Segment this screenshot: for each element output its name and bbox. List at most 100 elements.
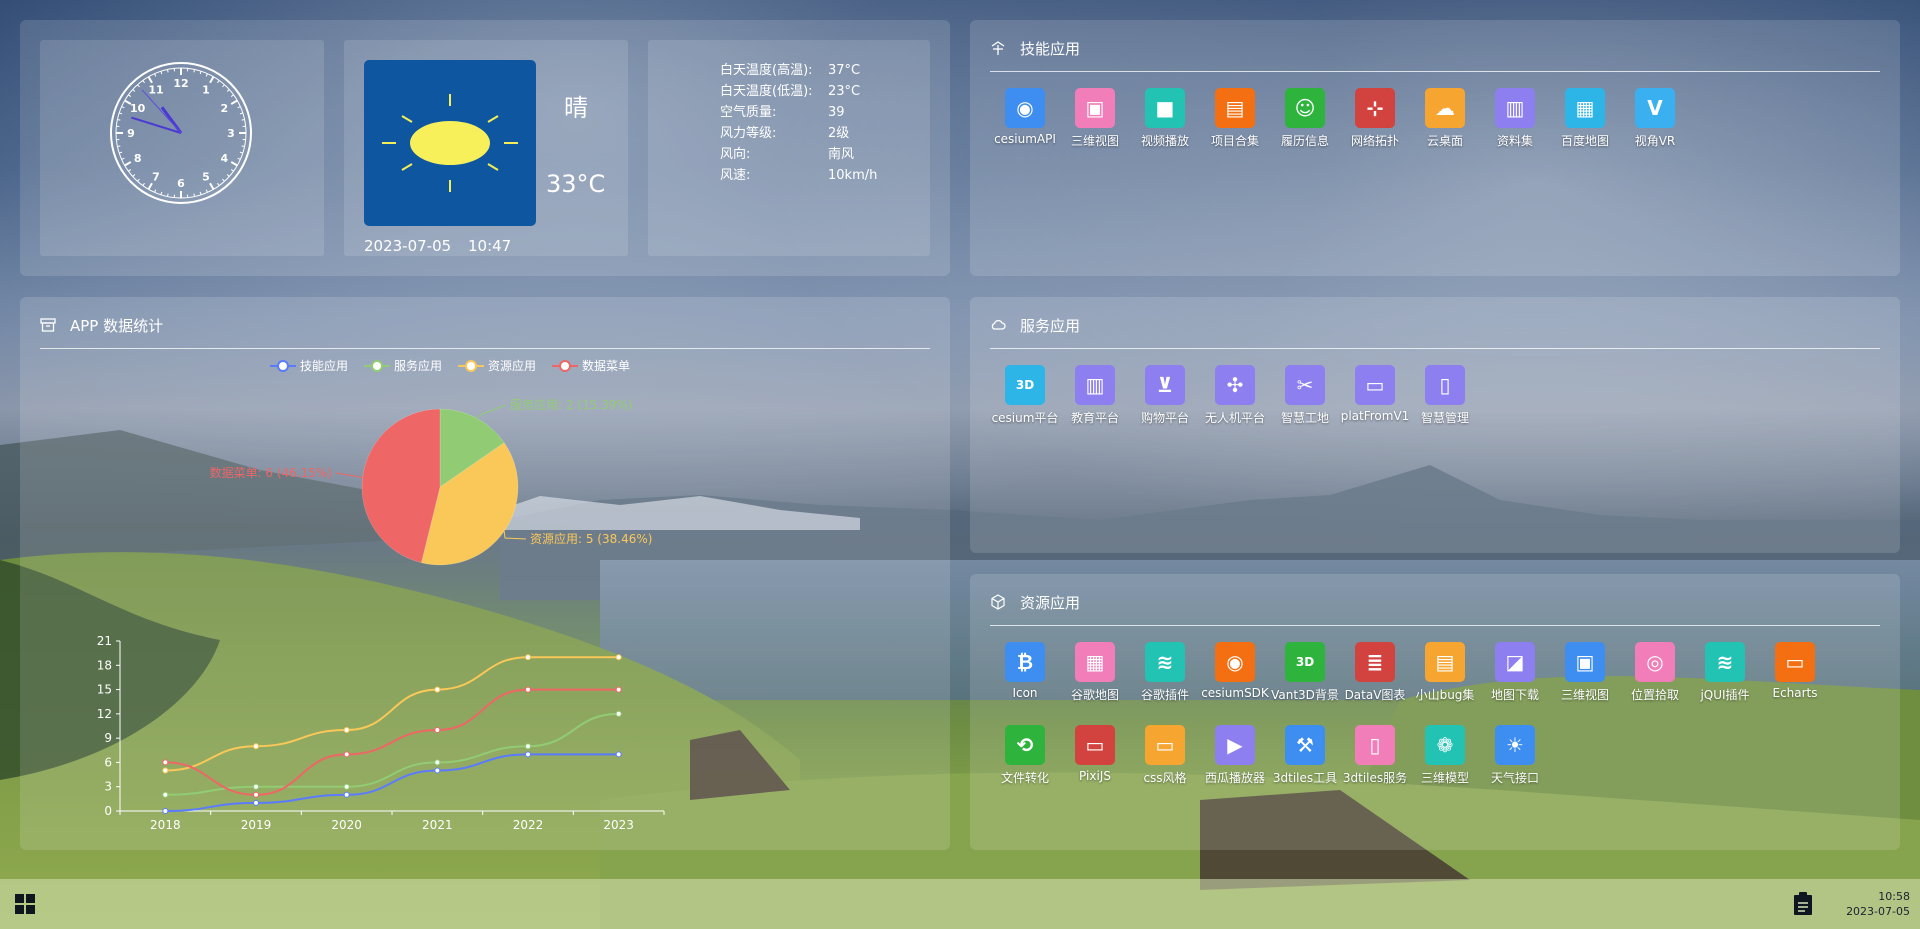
series-point[interactable] — [343, 783, 350, 790]
cesium-icon[interactable]: 3D — [1005, 365, 1045, 405]
series-point[interactable] — [434, 686, 441, 693]
app-resource-2[interactable]: ≋ 谷歌插件 — [1130, 642, 1200, 703]
app-icon[interactable]: ▣ — [1075, 88, 1115, 128]
app-resource-0[interactable]: ₿ Icon — [990, 642, 1060, 703]
app-icon[interactable]: ☀ — [1495, 725, 1535, 765]
app-skill-9[interactable]: V 视角VR — [1620, 88, 1690, 149]
series-point[interactable] — [525, 654, 531, 661]
app-icon[interactable]: ▦ — [1075, 642, 1115, 682]
series-point[interactable] — [253, 783, 259, 790]
app-icon[interactable]: ⊹ — [1355, 88, 1395, 128]
app-icon[interactable]: ▣ — [1565, 642, 1605, 682]
icon-icon[interactable]: ₿ — [1005, 642, 1045, 682]
app-icon[interactable]: ✂ — [1285, 365, 1325, 405]
app-resource-8[interactable]: ▣ 三维视图 — [1550, 642, 1620, 703]
app-skill-2[interactable]: ■ 视频播放 — [1130, 88, 1200, 149]
jqui-icon[interactable]: ≋ — [1705, 642, 1745, 682]
app-resource-19[interactable]: ☀ 天气接口 — [1480, 725, 1550, 786]
app-resource-1[interactable]: ▦ 谷歌地图 — [1060, 642, 1130, 703]
series-point[interactable] — [343, 727, 350, 734]
series-point[interactable] — [253, 791, 259, 798]
app-service-0[interactable]: 3D cesium平台 — [990, 365, 1060, 426]
app-icon[interactable]: ■ — [1145, 88, 1185, 128]
3dtiles-icon[interactable]: ⚒ — [1285, 725, 1325, 765]
app-skill-5[interactable]: ⊹ 网络拓扑 — [1340, 88, 1410, 149]
series-point[interactable] — [525, 751, 531, 758]
app-icon[interactable]: ✣ — [1215, 365, 1255, 405]
app-icon[interactable]: ⟲ — [1005, 725, 1045, 765]
app-resource-12[interactable]: ⟲ 文件转化 — [990, 725, 1060, 786]
series-point[interactable] — [615, 654, 622, 661]
app-skill-1[interactable]: ▣ 三维视图 — [1060, 88, 1130, 149]
datav-icon[interactable]: ≣ — [1355, 642, 1395, 682]
series-point[interactable] — [525, 686, 531, 693]
series-point[interactable] — [253, 743, 259, 750]
app-service-3[interactable]: ✣ 无人机平台 — [1200, 365, 1270, 426]
cesiumsdk-icon[interactable]: ◉ — [1215, 642, 1255, 682]
app-service-2[interactable]: ⊻ 购物平台 — [1130, 365, 1200, 426]
css-icon[interactable]: ▭ — [1145, 725, 1185, 765]
series-point[interactable] — [434, 767, 441, 774]
app-icon[interactable]: ≋ — [1145, 642, 1185, 682]
series-point[interactable] — [162, 791, 169, 798]
app-icon[interactable]: ▤ — [1215, 88, 1255, 128]
app-skill-6[interactable]: ☁ 云桌面 — [1410, 88, 1480, 149]
app-resource-13[interactable]: ▭ PixiJS — [1060, 725, 1130, 786]
app-icon[interactable]: ▥ — [1495, 88, 1535, 128]
vr-icon[interactable]: V — [1635, 88, 1675, 128]
app-skill-7[interactable]: ▥ 资料集 — [1480, 88, 1550, 149]
app-skill-3[interactable]: ▤ 项目合集 — [1200, 88, 1270, 149]
series-point[interactable] — [615, 710, 622, 717]
windows-icon[interactable] — [15, 894, 35, 914]
app-resource-16[interactable]: ⚒ 3dtiles工具 — [1270, 725, 1340, 786]
app-resource-15[interactable]: ▶ 西瓜播放器 — [1200, 725, 1270, 786]
app-resource-4[interactable]: 3D Vant3D背景 — [1270, 642, 1340, 703]
app-resource-7[interactable]: ◪ 地图下载 — [1480, 642, 1550, 703]
app-service-5[interactable]: ▭ platFromV1 — [1340, 365, 1410, 426]
app-icon[interactable]: ◎ — [1635, 642, 1675, 682]
app-resource-10[interactable]: ≋ jQUI插件 — [1690, 642, 1760, 703]
app-service-1[interactable]: ▥ 教育平台 — [1060, 365, 1130, 426]
app-icon[interactable]: ▦ — [1565, 88, 1605, 128]
taskbar-clock[interactable]: 10:58 2023-07-05 — [1846, 889, 1910, 919]
clipboard-icon[interactable] — [1793, 892, 1813, 916]
app-resource-6[interactable]: ▤ 小山bug集 — [1410, 642, 1480, 703]
series-point[interactable] — [253, 799, 259, 806]
bug-icon[interactable]: ▤ — [1425, 642, 1465, 682]
app-resource-9[interactable]: ◎ 位置拾取 — [1620, 642, 1690, 703]
app-resource-11[interactable]: ▭ Echarts — [1760, 642, 1830, 703]
series-point[interactable] — [434, 759, 441, 766]
series-point[interactable] — [162, 759, 169, 766]
app-icon[interactable]: ◪ — [1495, 642, 1535, 682]
platfromv1-icon[interactable]: ▭ — [1355, 365, 1395, 405]
3dtiles-icon[interactable]: ▯ — [1355, 725, 1395, 765]
series-point[interactable] — [343, 751, 350, 758]
series-point[interactable] — [162, 808, 169, 814]
vant3d-icon[interactable]: 3D — [1285, 642, 1325, 682]
app-resource-14[interactable]: ▭ css风格 — [1130, 725, 1200, 786]
series-point[interactable] — [615, 751, 622, 758]
app-icon[interactable]: ❁ — [1425, 725, 1465, 765]
series-point[interactable] — [343, 791, 350, 798]
app-skill-8[interactable]: ▦ 百度地图 — [1550, 88, 1620, 149]
series-point[interactable] — [434, 727, 441, 734]
app-icon[interactable]: ▯ — [1425, 365, 1465, 405]
app-resource-3[interactable]: ◉ cesiumSDK — [1200, 642, 1270, 703]
app-icon[interactable]: ☺ — [1285, 88, 1325, 128]
app-skill-0[interactable]: ◉ cesiumAPI — [990, 88, 1060, 149]
pixijs-icon[interactable]: ▭ — [1075, 725, 1115, 765]
echarts-icon[interactable]: ▭ — [1775, 642, 1815, 682]
app-icon[interactable]: ⊻ — [1145, 365, 1185, 405]
app-icon[interactable]: ☁ — [1425, 88, 1465, 128]
series-point[interactable] — [162, 767, 169, 774]
app-service-4[interactable]: ✂ 智慧工地 — [1270, 365, 1340, 426]
series-point[interactable] — [525, 743, 531, 750]
app-service-6[interactable]: ▯ 智慧管理 — [1410, 365, 1480, 426]
app-icon[interactable]: ▥ — [1075, 365, 1115, 405]
series-point[interactable] — [615, 686, 622, 693]
app-resource-5[interactable]: ≣ DataV图表 — [1340, 642, 1410, 703]
app-resource-18[interactable]: ❁ 三维模型 — [1410, 725, 1480, 786]
app-icon[interactable]: ▶ — [1215, 725, 1255, 765]
cesiumapi-icon[interactable]: ◉ — [1005, 88, 1045, 128]
app-resource-17[interactable]: ▯ 3dtiles服务 — [1340, 725, 1410, 786]
